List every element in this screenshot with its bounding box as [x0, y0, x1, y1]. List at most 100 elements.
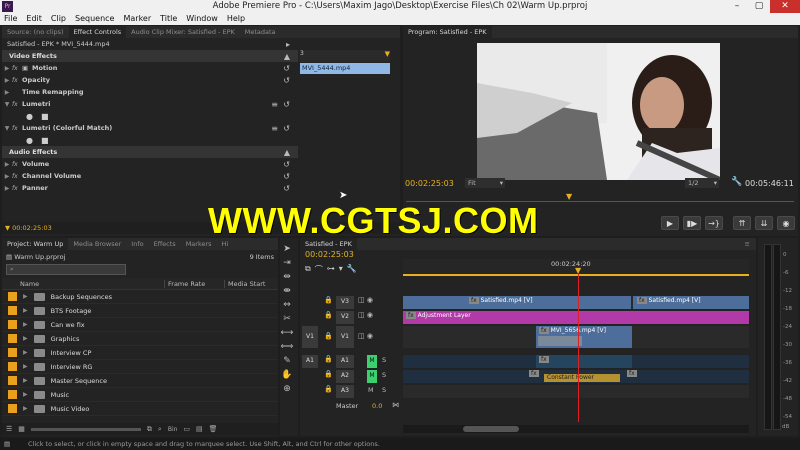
go-to-next-edit-icon[interactable]: ⋈ [392, 401, 399, 409]
tab-metadata[interactable]: Metadata [240, 26, 281, 38]
step-forward-button[interactable]: ▮▶ [683, 216, 701, 230]
program-playhead-icon[interactable]: ▼ [566, 192, 572, 201]
go-to-out-button[interactable]: →} [705, 216, 723, 230]
column-header-name[interactable]: Name [2, 280, 164, 288]
track-a2-label[interactable]: A2 [336, 370, 354, 383]
reset-icon[interactable]: ↺ [283, 76, 290, 85]
list-item[interactable]: ▶ Music Video [2, 402, 278, 416]
list-item[interactable]: ▶ Can we fix [2, 318, 278, 332]
rectangle-mask-icon[interactable]: ■ [41, 112, 49, 121]
menu-clip[interactable]: Clip [51, 13, 66, 25]
snap-icon[interactable]: ⌒ [315, 264, 323, 275]
ellipse-mask-icon[interactable]: ● [26, 136, 33, 145]
panel-menu-icon[interactable]: ≡ [745, 240, 756, 248]
label-color-swatch[interactable] [8, 404, 17, 413]
minimize-button[interactable]: – [726, 0, 748, 13]
menu-edit[interactable]: Edit [26, 13, 42, 25]
tab-markers[interactable]: Markers [181, 238, 217, 250]
expand-triangle-icon[interactable]: ▶ [2, 65, 12, 72]
v1-toggle-output-icon[interactable]: ◫ ◉ [358, 332, 373, 340]
clip-a1-audio[interactable]: fx [536, 355, 632, 368]
export-frame-button[interactable]: ◉ [777, 216, 795, 230]
effect-controls-timecode[interactable]: 00:02:25:03 [12, 224, 52, 232]
list-item[interactable]: ▶ Master Sequence [2, 374, 278, 388]
v2-lock-icon[interactable]: 🔒 [324, 311, 333, 319]
tab-sequence[interactable]: Satisfied - EPK [300, 238, 357, 250]
playhead-line[interactable] [578, 274, 579, 422]
expand-triangle-icon[interactable]: ▶ [23, 293, 28, 300]
label-color-swatch[interactable] [8, 390, 17, 399]
expand-triangle-icon[interactable]: ▶ [23, 391, 28, 398]
label-color-swatch[interactable] [8, 362, 17, 371]
label-color-swatch[interactable] [8, 320, 17, 329]
expand-triangle-icon[interactable]: ▶ [23, 335, 28, 342]
expand-triangle-icon[interactable]: ▶ [23, 363, 28, 370]
menu-icon[interactable]: ≡ [271, 100, 278, 109]
settings-wrench-icon[interactable]: 🔧 [731, 177, 742, 187]
motion-transform-icon[interactable]: ▣ [22, 64, 32, 72]
timeline-timecode[interactable]: 00:02:25:03 [305, 250, 354, 259]
source-patch-a1[interactable]: A1 [302, 355, 318, 368]
clear-trash-icon[interactable]: 🗑 [209, 425, 218, 433]
menu-help[interactable]: Help [227, 13, 245, 25]
tab-audio-clip-mixer[interactable]: Audio Clip Mixer: Satisfied - EPK [126, 26, 240, 38]
pen-tool-icon[interactable]: ✎ [280, 354, 294, 368]
maximize-button[interactable]: ▢ [748, 0, 770, 13]
lift-button[interactable]: ⇈ [733, 216, 751, 230]
scroll-up-icon[interactable]: ▲ [284, 52, 290, 61]
fx-icon[interactable]: fx [12, 101, 22, 108]
close-window-button[interactable]: ✕ [770, 0, 800, 13]
slide-tool-icon[interactable]: ⟺ [280, 340, 294, 354]
scroll-up-icon[interactable]: ▲ [284, 148, 290, 157]
selection-tool-icon[interactable]: ➤ [280, 242, 294, 256]
v3-toggle-output-icon[interactable]: ◫ ◉ [358, 296, 373, 304]
icon-view-icon[interactable]: ▦ [18, 425, 25, 433]
list-item[interactable]: ▶ Music [2, 388, 278, 402]
list-item[interactable]: ▶ BTS Footage [2, 304, 278, 318]
list-item[interactable]: ▶ Interview RG [2, 360, 278, 374]
v2-toggle-output-icon[interactable]: ◫ ◉ [358, 311, 373, 319]
timeline-ruler[interactable]: 00:02:24:20 ▼ [403, 259, 749, 277]
a2-solo-button[interactable]: S [382, 371, 386, 379]
clip-adjustment-layer[interactable]: fx Adjustment Layer [403, 311, 749, 324]
label-color-swatch[interactable] [8, 292, 17, 301]
zoom-slider[interactable] [30, 427, 141, 431]
mini-playhead-icon[interactable]: ▼ [385, 50, 390, 58]
a3-mute-button[interactable]: M [368, 386, 374, 394]
clip-v3-satisfied-1[interactable]: fx Satisfied.mp4 [V] [403, 296, 631, 309]
label-color-swatch[interactable] [8, 376, 17, 385]
play-button[interactable]: ▶ [661, 216, 679, 230]
expand-triangle-icon[interactable]: ▶ [23, 349, 28, 356]
list-view-icon[interactable]: ☰ [6, 425, 12, 433]
timeline-horizontal-scrollbar[interactable] [403, 425, 749, 433]
expand-triangle-icon[interactable]: ▶ [23, 405, 28, 412]
a1-solo-button[interactable]: S [382, 356, 386, 364]
extract-button[interactable]: ⇊ [755, 216, 773, 230]
reset-icon[interactable]: ↺ [283, 172, 290, 181]
track-v2-label[interactable]: V2 [336, 311, 354, 324]
work-area-bar[interactable] [403, 274, 749, 276]
track-a1-label[interactable]: A1 [336, 355, 354, 368]
expand-triangle-icon[interactable]: ▶ [2, 77, 12, 84]
effect-row-opacity[interactable]: ▶ fx Opacity ↺ [2, 74, 298, 86]
a2-mute-button[interactable]: M [367, 370, 377, 383]
expand-triangle-icon[interactable]: ▶ [23, 307, 28, 314]
tab-info[interactable]: Info [126, 238, 148, 250]
zoom-tool-icon[interactable]: ⊕ [280, 382, 294, 396]
track-v3-label[interactable]: V3 [336, 296, 354, 309]
effect-row-panner[interactable]: ▶ fx Panner ↺ [2, 182, 298, 194]
tab-source[interactable]: Source: (no clips) [2, 26, 69, 38]
label-color-swatch[interactable] [8, 334, 17, 343]
new-item-icon[interactable]: ▤ [196, 425, 203, 433]
track-select-tool-icon[interactable]: ⇥ [280, 256, 294, 270]
list-item[interactable]: ▶ Backup Sequences [2, 290, 278, 304]
fx-icon[interactable]: fx [12, 125, 22, 132]
effect-row-time-remapping[interactable]: ▶ Time Remapping [2, 86, 298, 98]
a3-solo-button[interactable]: S [382, 386, 386, 394]
fx-icon[interactable]: fx [12, 185, 22, 192]
a3-lock-icon[interactable]: 🔒 [324, 385, 333, 393]
v1-lock-icon[interactable]: 🔒 [324, 332, 333, 340]
menu-file[interactable]: File [4, 13, 17, 25]
effect-row-lumetri[interactable]: ▼ fx Lumetri ≡ ↺ [2, 98, 298, 110]
add-marker-icon[interactable]: ▾ [339, 264, 343, 275]
